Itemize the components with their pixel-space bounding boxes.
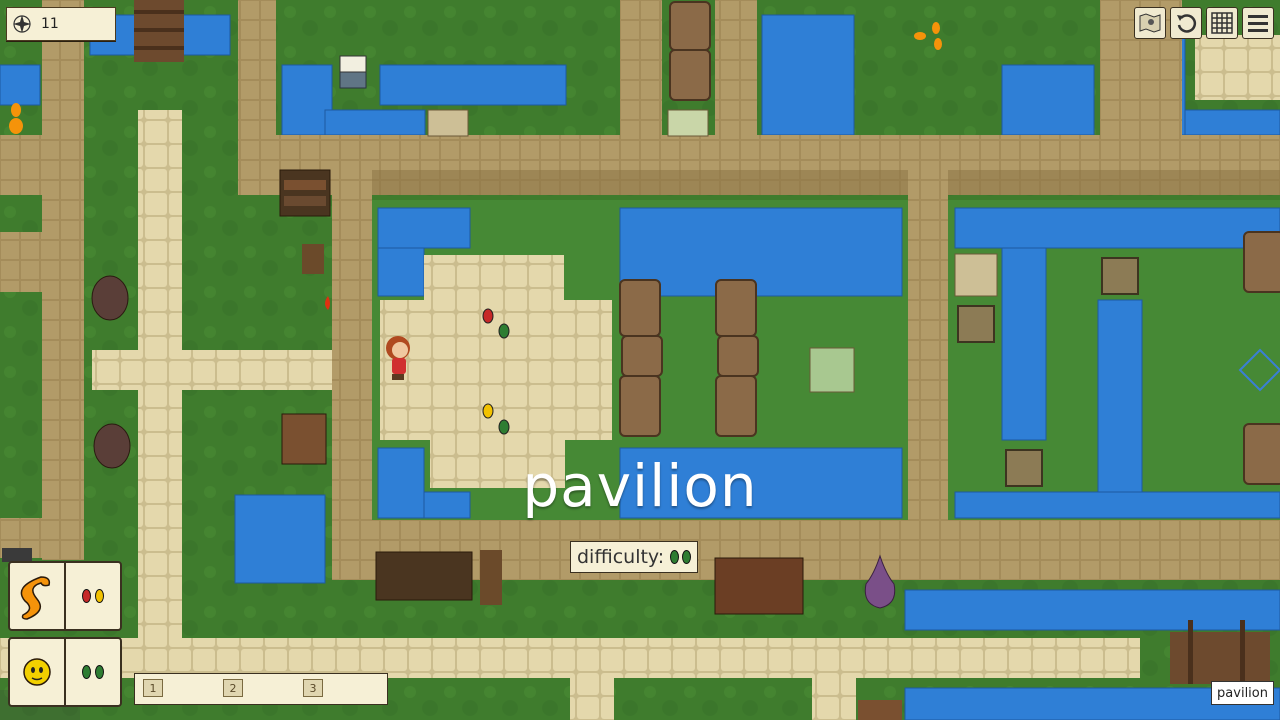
- difficulty-indicator: difficulty:: [570, 541, 699, 573]
- undo-icon: [1177, 14, 1197, 33]
- grid-button[interactable]: [1206, 7, 1238, 39]
- menu-button[interactable]: [1242, 7, 1274, 39]
- spell-book-serpent[interactable]: [8, 561, 122, 631]
- pavilion-floor: [424, 255, 564, 303]
- yellow-bean-icon: [95, 589, 104, 603]
- map-button[interactable]: [1134, 7, 1166, 39]
- star-count: 11: [41, 16, 59, 32]
- game-world[interactable]: [0, 0, 1280, 720]
- difficulty-label: difficulty:: [577, 546, 665, 568]
- location-tag: pavilion: [1211, 681, 1274, 705]
- menu-icon: [1248, 15, 1268, 32]
- green-bean-icon: [682, 550, 692, 564]
- yellow-face-icon: [23, 658, 51, 686]
- green-bean-icon: [670, 550, 680, 564]
- red-bean-icon: [82, 589, 91, 603]
- slot-1[interactable]: 1: [143, 679, 163, 697]
- orange-serpent-icon: [20, 576, 51, 620]
- level-title: pavilion: [522, 452, 758, 520]
- green-bean-icon: [82, 665, 91, 679]
- grid-icon: [1211, 12, 1233, 34]
- green-bean-icon: [95, 665, 104, 679]
- map-icon: [1139, 13, 1161, 33]
- undo-button[interactable]: [1170, 7, 1202, 39]
- inventory-slots: 1 2 3: [134, 673, 388, 705]
- compass-star-icon: [11, 13, 33, 35]
- spell-book-face[interactable]: [8, 637, 122, 707]
- slot-3[interactable]: 3: [303, 679, 323, 697]
- slot-2[interactable]: 2: [223, 679, 243, 697]
- wooden-bridge: [134, 0, 184, 62]
- star-counter: 11: [6, 7, 116, 41]
